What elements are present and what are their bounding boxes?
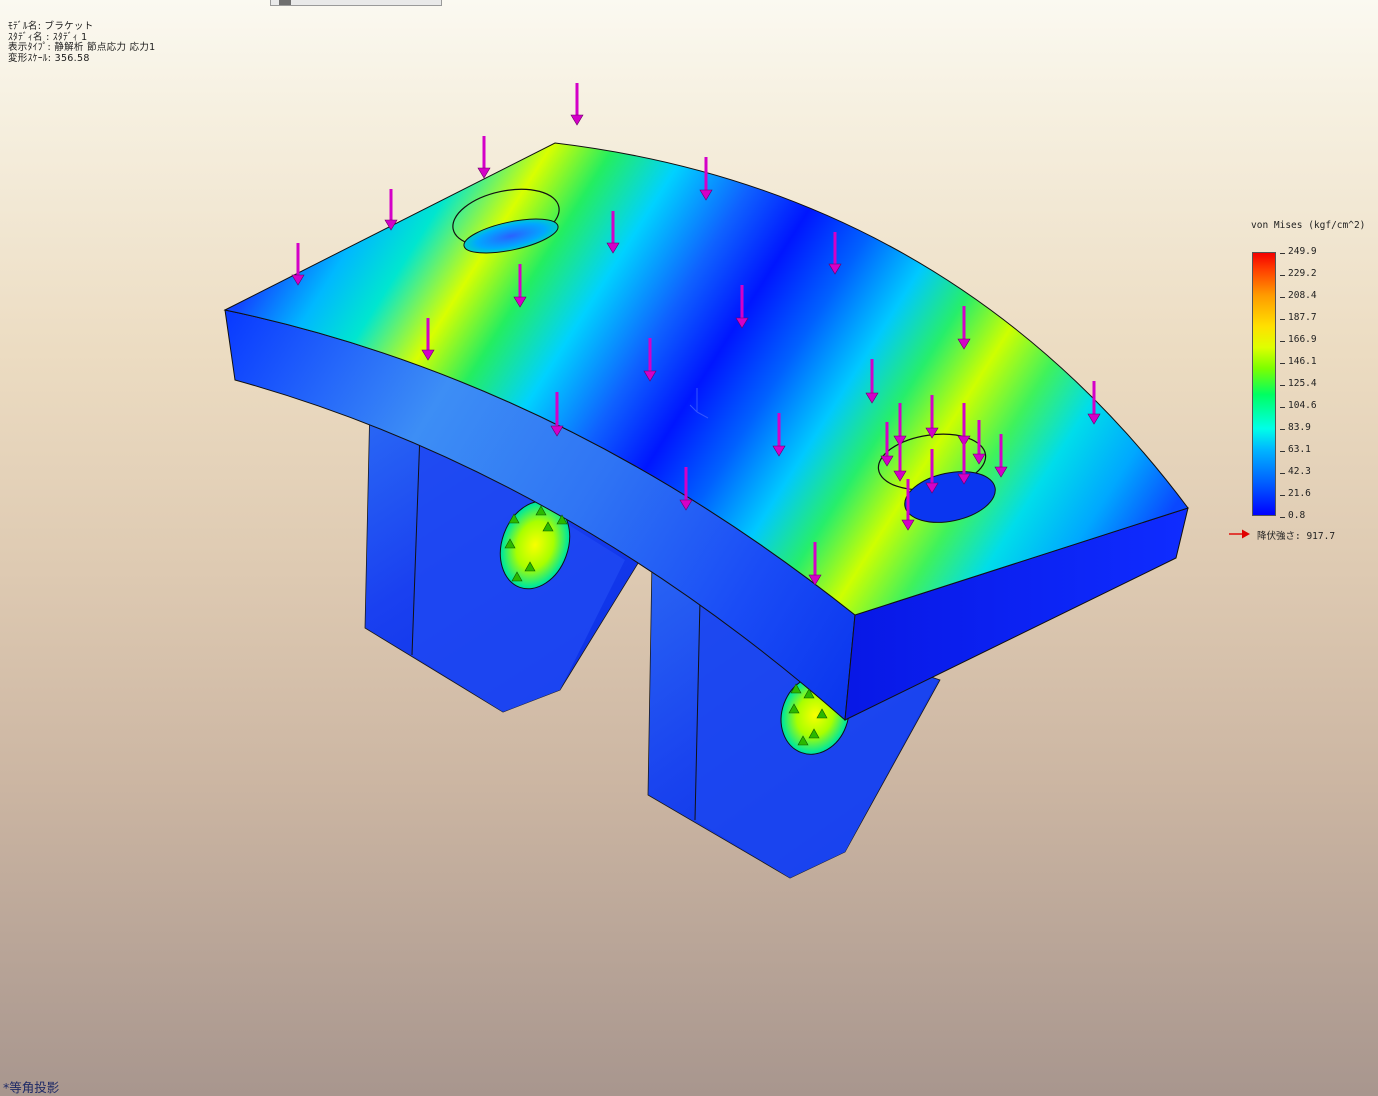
legend-label: 249.9 — [1288, 246, 1317, 257]
view-orientation-label: *等角投影 — [3, 1080, 60, 1095]
legend-label: 229.2 — [1288, 268, 1317, 279]
legend-title: von Mises (kgf/cm^2) — [1251, 220, 1366, 231]
fea-model-render[interactable] — [0, 0, 1378, 1096]
legend-tick — [1280, 517, 1285, 518]
legend-tick — [1280, 297, 1285, 298]
legend-tick — [1280, 429, 1285, 430]
legend-tick — [1280, 451, 1285, 452]
legend-label: 146.1 — [1288, 356, 1317, 367]
legend-tick — [1280, 253, 1285, 254]
legend-color-bar — [1252, 252, 1276, 516]
legend-label: 42.3 — [1288, 466, 1311, 477]
legend-label: 104.6 — [1288, 400, 1317, 411]
legend-tick — [1280, 385, 1285, 386]
legend-tick — [1280, 341, 1285, 342]
legend-label: 63.1 — [1288, 444, 1311, 455]
legend-label: 83.9 — [1288, 422, 1311, 433]
graphics-viewport[interactable]: ﾓﾃﾞﾙ名: ブラケット ｽﾀﾃﾞｨ名 : ｽﾀﾃﾞｨ 1 表示ﾀｲﾌﾟ: 静解… — [0, 0, 1378, 1096]
legend-label: 0.8 — [1288, 510, 1306, 521]
legend-tick — [1280, 319, 1285, 320]
legend-label: 21.6 — [1288, 488, 1311, 499]
legend-tick — [1280, 407, 1285, 408]
yield-arrow-icon — [1229, 529, 1250, 539]
legend-tick — [1280, 495, 1285, 496]
legend-label: 208.4 — [1288, 290, 1317, 301]
legend-label: 125.4 — [1288, 378, 1317, 389]
legend-tick — [1280, 275, 1285, 276]
load-arrow-icon — [570, 83, 584, 126]
legend-tick — [1280, 363, 1285, 364]
legend-label: 166.9 — [1288, 334, 1317, 345]
legend-label: 187.7 — [1288, 312, 1317, 323]
legend-tick — [1280, 473, 1285, 474]
yield-strength-label: 降伏強さ: 917.7 — [1257, 531, 1336, 542]
load-arrow-icon — [477, 136, 491, 179]
